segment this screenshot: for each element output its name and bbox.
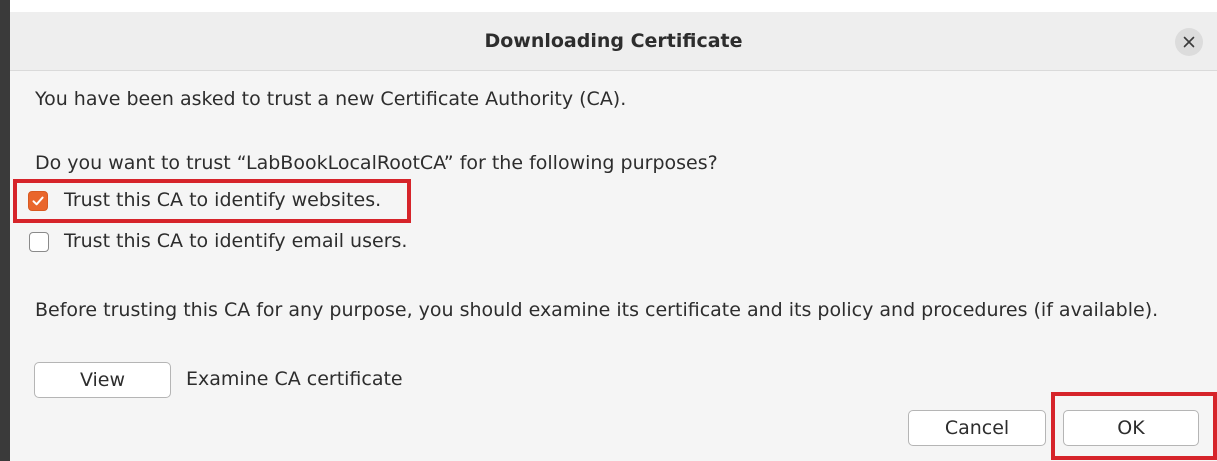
view-caption: Examine CA certificate: [186, 368, 403, 390]
view-button[interactable]: View: [34, 362, 171, 398]
background-strip: [0, 0, 1217, 12]
trust-email-checkbox[interactable]: [29, 232, 49, 252]
advice-text: Before trusting this CA for any purpose,…: [35, 299, 1159, 321]
trust-email-label[interactable]: Trust this CA to identify email users.: [64, 230, 407, 252]
window-edge: [0, 0, 10, 461]
question-text: Do you want to trust “LabBookLocalRootCA…: [35, 152, 718, 174]
trust-websites-checkbox[interactable]: [28, 191, 48, 211]
checkmark-icon: [32, 196, 44, 206]
close-button[interactable]: [1175, 28, 1203, 56]
dialog-title: Downloading Certificate: [484, 30, 743, 52]
trust-websites-label[interactable]: Trust this CA to identify websites.: [64, 189, 381, 211]
intro-text: You have been asked to trust a new Certi…: [35, 88, 627, 110]
cancel-button[interactable]: Cancel: [908, 410, 1046, 446]
title-bar: Downloading Certificate: [10, 12, 1217, 71]
dialog-content: You have been asked to trust a new Certi…: [10, 71, 1217, 461]
close-icon: [1183, 36, 1195, 48]
ok-button[interactable]: OK: [1063, 410, 1199, 446]
certificate-dialog: Downloading Certificate You have been as…: [0, 0, 1217, 461]
